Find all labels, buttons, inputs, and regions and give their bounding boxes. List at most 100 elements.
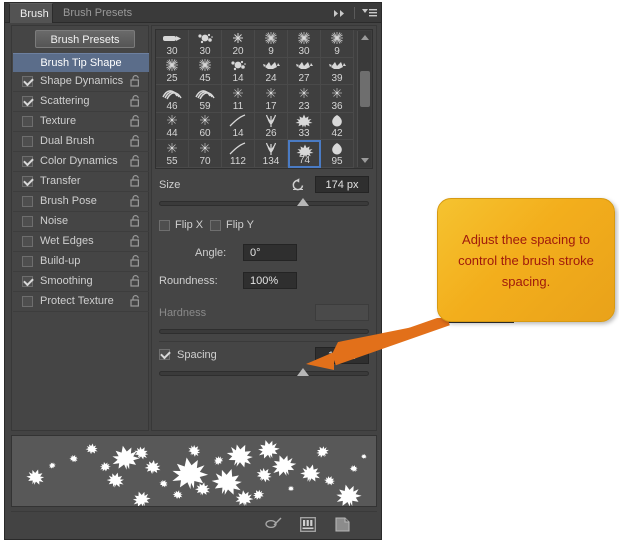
brush-tip-cell[interactable]: 134 [255,140,288,168]
tab-brush[interactable]: Brush [9,3,53,23]
flip-y-checkbox[interactable] [210,220,221,231]
sidebar-item-build-up[interactable]: Build-up [13,252,149,272]
panel-menu-icon[interactable] [361,5,377,21]
brush-size-label: 27 [298,73,310,84]
brush-tip-cell[interactable]: 95 [321,140,354,168]
brush-tip-cell[interactable]: 30 [189,30,222,58]
brush-tip-cell[interactable]: 14 [222,57,255,85]
brush-tip-cell[interactable]: 11 [222,85,255,113]
brush-thumbnail-icon [189,113,221,129]
brush-tip-cell[interactable]: 60 [189,112,222,140]
hardness-slider[interactable] [159,329,369,334]
brush-tip-cell[interactable]: 33 [288,112,321,140]
spacing-checkbox[interactable] [159,349,170,360]
sidebar-item-texture[interactable]: Texture [13,112,149,132]
brush-tip-cell[interactable]: 55 [156,140,189,168]
brush-tip-cell[interactable]: 70 [189,140,222,168]
lock-icon[interactable] [130,175,141,190]
brush-tip-cell[interactable]: 23 [288,85,321,113]
brush-tip-cell[interactable]: 24 [255,57,288,85]
sidebar-item-shape-dynamics[interactable]: Shape Dynamics [13,72,149,92]
brush-tip-cell[interactable]: 112 [222,140,255,168]
brush-tip-cell[interactable]: 46 [156,85,189,113]
sidebar-item-scattering[interactable]: Scattering [13,92,149,112]
size-slider[interactable] [159,198,369,206]
spacing-slider-thumb[interactable] [296,368,309,376]
reset-icon[interactable] [291,177,305,194]
lock-icon[interactable] [130,195,141,210]
sidebar-item-protect-texture[interactable]: Protect Texture [13,292,149,312]
spacing-slider[interactable] [159,368,369,376]
brush-tip-cell[interactable]: 30 [156,30,189,58]
option-checkbox[interactable] [22,196,33,207]
brush-tip-cell[interactable]: 74 [288,140,321,168]
option-checkbox[interactable] [22,156,33,167]
sidebar-item-dual-brush[interactable]: Dual Brush [13,132,149,152]
brush-options-list: Shape Dynamics Scattering Texture Dual Brus… [13,72,149,312]
tab-brush-presets[interactable]: Brush Presets [53,3,133,23]
size-value[interactable]: 174 px [315,176,369,193]
sidebar-item-noise[interactable]: Noise [13,212,149,232]
lock-icon[interactable] [130,235,141,250]
option-checkbox[interactable] [22,236,33,247]
sidebar-item-brush-pose[interactable]: Brush Pose [13,192,149,212]
angle-value[interactable]: 0° [243,244,297,261]
sidebar-item-transfer[interactable]: Transfer [13,172,149,192]
brush-tip-cell[interactable]: 26 [255,112,288,140]
brush-tip-cell[interactable]: 27 [288,57,321,85]
spacing-value[interactable]: 171% [315,347,369,364]
size-slider-thumb[interactable] [296,198,309,206]
lock-icon[interactable] [130,75,141,90]
brush-tip-cell[interactable]: 20 [222,30,255,58]
sidebar-item-wet-edges[interactable]: Wet Edges [13,232,149,252]
option-checkbox[interactable] [22,276,33,287]
brush-tip-grid[interactable]: 30 30 20 9 30 9 25 45 14 24 27 39 46 59 11 17 23 36 44 60 14… [156,30,355,168]
scroll-down-icon[interactable] [361,158,369,163]
sidebar-item-smoothing[interactable]: Smoothing [13,272,149,292]
lock-icon[interactable] [130,95,141,110]
lock-icon[interactable] [130,215,141,230]
toggle-brush-icon[interactable] [265,515,283,533]
brush-thumbnail-icon [255,140,287,156]
brush-grid-scrollbar[interactable] [357,31,371,167]
lock-icon[interactable] [130,155,141,170]
option-checkbox[interactable] [22,76,33,87]
flip-x-checkbox[interactable] [159,220,170,231]
brush-tip-cell[interactable]: 42 [321,112,354,140]
brush-tip-cell[interactable]: 44 [156,112,189,140]
sidebar-item-brush-tip-shape[interactable]: Brush Tip Shape [13,53,149,72]
brush-size-label: 42 [331,128,343,139]
lock-icon[interactable] [130,135,141,150]
sidebar-item-color-dynamics[interactable]: Color Dynamics [13,152,149,172]
roundness-value[interactable]: 100% [243,272,297,289]
brush-tip-cell[interactable]: 9 [255,30,288,58]
brush-presets-button[interactable]: Brush Presets [35,30,135,48]
option-checkbox[interactable] [22,296,33,307]
brush-tip-cell[interactable]: 45 [189,57,222,85]
option-checkbox[interactable] [22,176,33,187]
scrollbar-thumb[interactable] [360,71,370,107]
brush-size-label: 14 [232,128,244,139]
new-brush-icon[interactable] [333,515,351,533]
brush-tip-cell[interactable]: 59 [189,85,222,113]
brush-tip-cell[interactable]: 36 [321,85,354,113]
option-checkbox[interactable] [22,116,33,127]
brush-tip-cell[interactable]: 17 [255,85,288,113]
lock-icon[interactable] [130,115,141,130]
brush-tip-cell[interactable]: 30 [288,30,321,58]
collapse-icon[interactable] [332,5,348,21]
option-checkbox[interactable] [22,256,33,267]
brush-tip-cell[interactable]: 39 [321,57,354,85]
lock-icon[interactable] [130,295,141,310]
hardness-value[interactable] [315,304,369,321]
lock-icon[interactable] [130,275,141,290]
lock-icon[interactable] [130,255,141,270]
brush-panel-icon[interactable] [299,515,317,533]
brush-tip-cell[interactable]: 9 [321,30,354,58]
brush-tip-cell[interactable]: 25 [156,57,189,85]
brush-tip-cell[interactable]: 14 [222,112,255,140]
option-checkbox[interactable] [22,216,33,227]
scroll-up-icon[interactable] [361,35,369,40]
option-checkbox[interactable] [22,96,33,107]
option-checkbox[interactable] [22,136,33,147]
